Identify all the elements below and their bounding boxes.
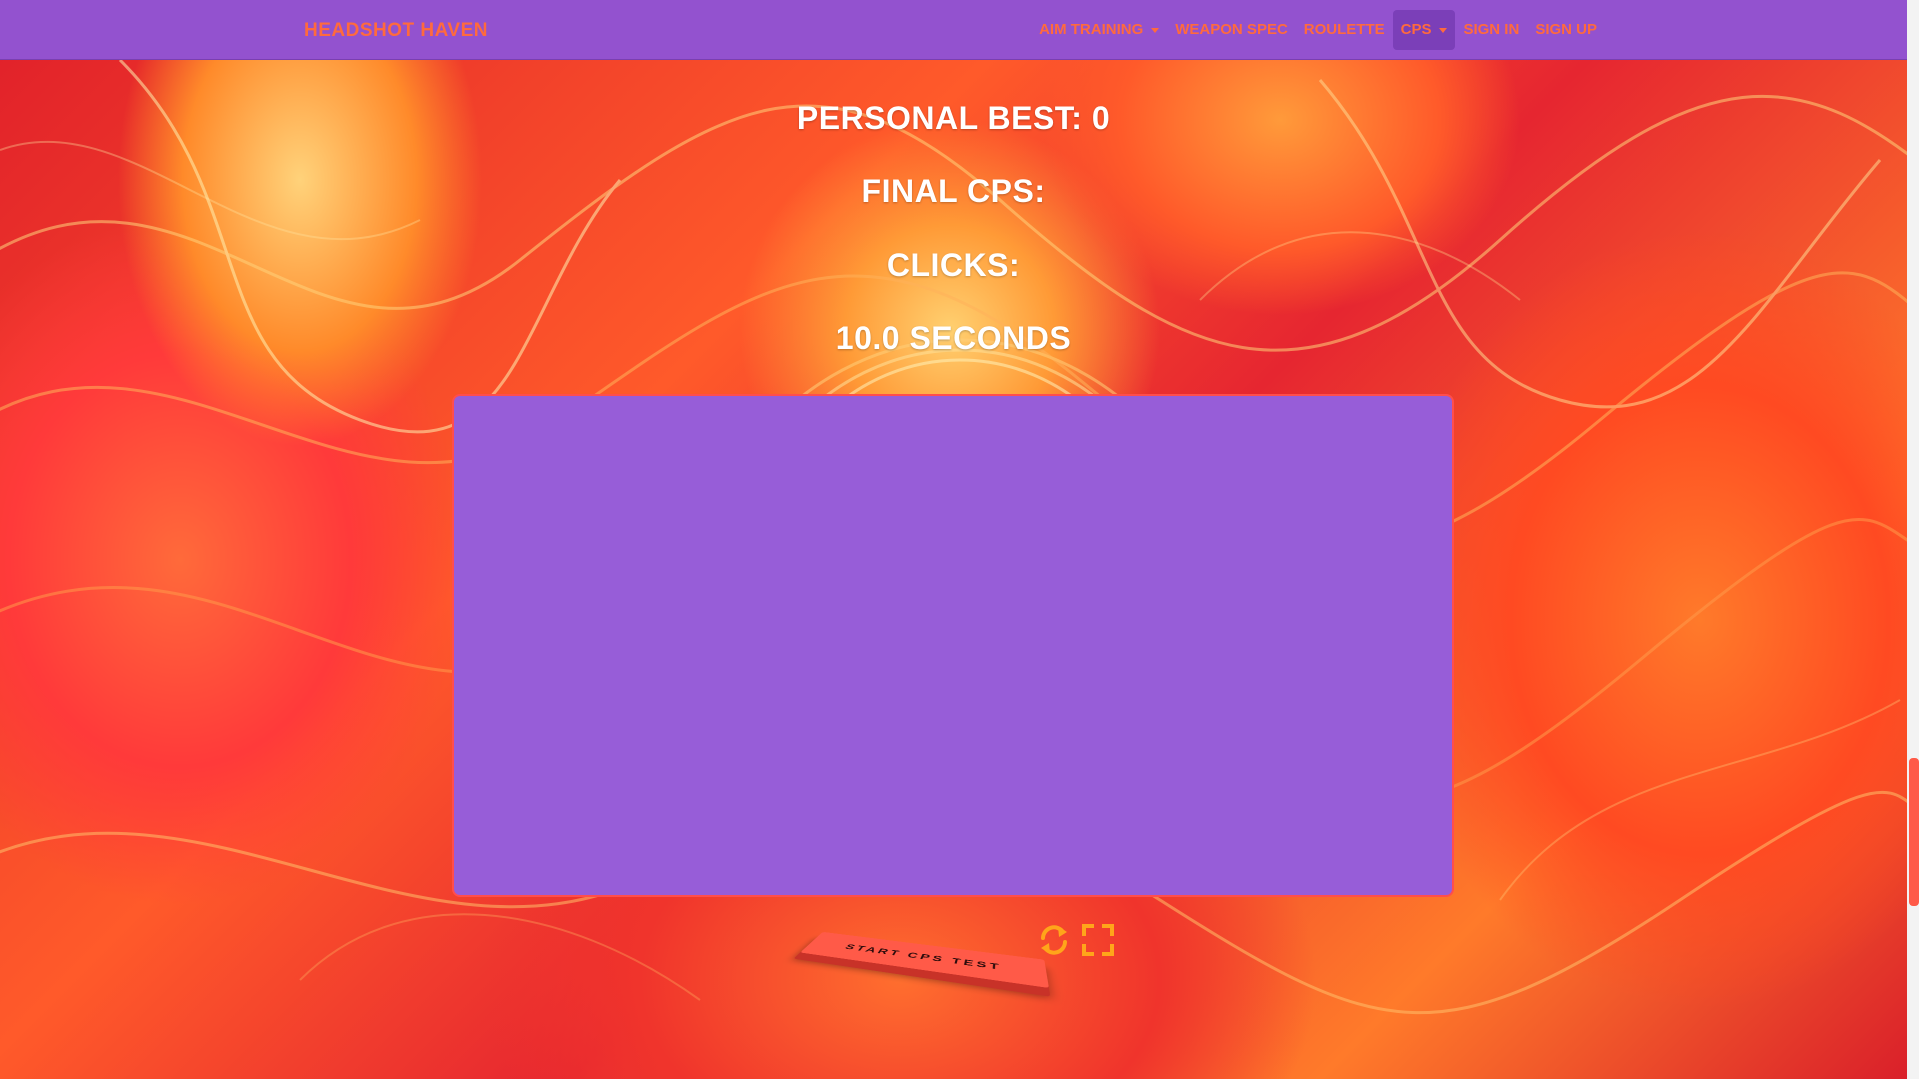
scrollbar-thumb[interactable] (1909, 758, 1919, 906)
start-button-wrapper: START CPS TEST (790, 915, 1050, 1025)
clicks-text: CLICKS: (886, 247, 1021, 283)
nav-item-cps[interactable]: CPS (1392, 10, 1456, 50)
nav-item-label: SIGN IN (1463, 21, 1520, 38)
cps-click-area[interactable] (452, 394, 1454, 897)
fullscreen-icon[interactable] (1080, 922, 1116, 958)
page-scrollbar[interactable] (1907, 0, 1919, 1079)
nav-item-label: ROULETTE (1303, 21, 1385, 38)
nav-menu: AIM TRAINING WEAPON SPEC ROULETTE CPS SI… (1031, 10, 1605, 50)
top-navbar: HEADSHOT HAVEN AIM TRAINING WEAPON SPEC … (0, 0, 1907, 60)
final-cps-text: FINAL CPS: (861, 173, 1046, 209)
nav-item-weapon-spec[interactable]: WEAPON SPEC (1167, 10, 1296, 50)
chevron-down-icon (1439, 27, 1448, 33)
timer-text: 10.0 SECONDS (835, 320, 1072, 356)
nav-item-label: SIGN UP (1535, 21, 1597, 38)
refresh-icon[interactable] (1036, 922, 1072, 958)
nav-item-label: CPS (1400, 21, 1432, 38)
chevron-down-icon (1151, 27, 1160, 33)
nav-item-roulette[interactable]: ROULETTE (1296, 10, 1393, 50)
nav-item-label: AIM TRAINING (1039, 21, 1144, 38)
start-cps-test-button[interactable]: START CPS TEST (800, 931, 1049, 988)
nav-item-aim-training[interactable]: AIM TRAINING (1031, 10, 1167, 50)
nav-item-label: WEAPON SPEC (1175, 21, 1288, 38)
personal-best-text: PERSONAL BEST: 0 (796, 100, 1111, 136)
nav-item-sign-in[interactable]: SIGN IN (1455, 10, 1527, 50)
nav-item-sign-up[interactable]: SIGN UP (1527, 10, 1605, 50)
brand-logo[interactable]: HEADSHOT HAVEN (304, 20, 488, 42)
